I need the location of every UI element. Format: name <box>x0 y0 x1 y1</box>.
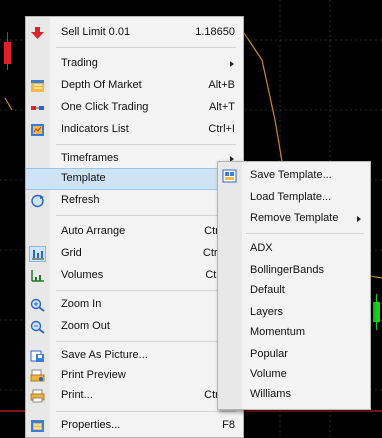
properties-icon <box>30 419 45 433</box>
menu-item-label: Volumes <box>61 269 104 281</box>
indicators-list-icon <box>30 123 45 137</box>
menu-separator <box>56 215 236 216</box>
submenu-item-label: Save Template... <box>250 169 332 181</box>
menu-item-label: Grid <box>61 247 82 259</box>
menu-item-print[interactable]: Print... Ctrl+P <box>26 385 243 407</box>
grid-icon <box>29 246 46 262</box>
menu-item-label: Depth Of Market <box>61 79 142 91</box>
menu-item-volumes[interactable]: Volumes Ctrl+L <box>26 265 243 287</box>
menu-item-label: Zoom Out <box>61 320 110 332</box>
print-preview-icon <box>30 369 45 383</box>
menu-item-label: Template <box>61 172 106 184</box>
template-name: Layers <box>250 306 284 318</box>
menu-item-timeframes[interactable]: Timeframes <box>26 148 243 170</box>
template-item-adx[interactable]: ADX <box>218 238 370 260</box>
refresh-icon <box>30 194 45 208</box>
template-name: Default <box>250 284 285 296</box>
template-name: Popular <box>250 348 288 360</box>
menu-item-shortcut: F8 <box>222 419 235 431</box>
template-name: Momentum <box>250 326 306 338</box>
menu-item-label: Zoom In <box>61 298 102 310</box>
menu-item-shortcut: Alt+T <box>209 101 235 113</box>
menu-item-zoom-in[interactable]: Zoom In + <box>26 294 243 316</box>
template-name: BollingerBands <box>250 264 324 276</box>
template-item-bollingerbands[interactable]: BollingerBands <box>218 260 370 282</box>
sell-arrow-icon <box>30 26 45 40</box>
submenu-separator <box>246 233 364 234</box>
template-name: ADX <box>250 242 273 254</box>
menu-item-shortcut: Ctrl+I <box>208 123 235 135</box>
template-item-popular[interactable]: Popular <box>218 344 370 366</box>
menu-item-shortcut: Alt+B <box>208 79 235 91</box>
template-submenu: Save Template... Load Template... Remove… <box>217 161 371 410</box>
menu-item-label: One Click Trading <box>61 101 149 113</box>
template-name: Volume <box>250 368 287 380</box>
submenu-arrow-icon <box>230 61 234 67</box>
submenu-arrow-icon <box>357 216 361 222</box>
menu-item-label: Indicators List <box>61 123 129 135</box>
menu-item-print-preview[interactable]: Print Preview <box>26 365 243 387</box>
zoom-in-icon <box>30 298 45 312</box>
menu-item-auto-arrange[interactable]: Auto Arrange Ctrl+A <box>26 221 243 243</box>
submenu-item-load-template[interactable]: Load Template... <box>218 187 370 209</box>
template-item-williams[interactable]: Williams <box>218 384 370 406</box>
menu-item-label: Refresh <box>61 194 100 206</box>
submenu-item-label: Load Template... <box>250 191 332 203</box>
menu-item-template[interactable]: Template <box>26 168 243 190</box>
template-item-momentum[interactable]: Momentum <box>218 322 370 344</box>
menu-item-label: Sell Limit 0.01 <box>61 26 131 38</box>
menu-separator <box>56 47 236 48</box>
menu-separator <box>56 411 236 412</box>
submenu-item-label: Remove Template <box>250 212 339 224</box>
menu-item-refresh[interactable]: Refresh <box>26 190 243 212</box>
menu-item-shortcut: 1.18650 <box>195 26 235 38</box>
menu-item-label: Properties... <box>61 419 121 431</box>
menu-item-label: Save As Picture... <box>61 349 148 361</box>
submenu-item-remove-template[interactable]: Remove Template <box>218 208 370 230</box>
menu-item-one-click-trading[interactable]: One Click Trading Alt+T <box>26 97 243 119</box>
menu-item-properties[interactable]: Properties... F8 <box>26 415 243 437</box>
save-picture-icon <box>30 349 45 363</box>
menu-item-depth-of-market[interactable]: Depth Of Market Alt+B <box>26 75 243 97</box>
menu-item-zoom-out[interactable]: Zoom Out - <box>26 316 243 338</box>
chart-context-menu: Sell Limit 0.01 1.18650 Trading Depth Of… <box>25 16 244 438</box>
menu-item-save-as-picture[interactable]: Save As Picture... <box>26 345 243 367</box>
menu-item-label: Auto Arrange <box>61 225 126 237</box>
menu-item-label: Print... <box>61 389 93 401</box>
depth-of-market-icon <box>30 79 45 93</box>
template-name: Williams <box>250 388 291 400</box>
template-item-volume[interactable]: Volume <box>218 364 370 386</box>
submenu-item-save-template[interactable]: Save Template... <box>218 165 370 187</box>
menu-separator <box>56 341 236 342</box>
menu-item-trading[interactable]: Trading <box>26 53 243 75</box>
menu-item-indicators-list[interactable]: Indicators List Ctrl+I <box>26 119 243 141</box>
zoom-out-icon <box>30 320 45 334</box>
menu-item-label: Timeframes <box>61 152 119 164</box>
menu-item-sell-limit[interactable]: Sell Limit 0.01 1.18650 <box>26 22 243 44</box>
menu-separator <box>56 290 236 291</box>
menu-item-grid[interactable]: Grid Ctrl+G <box>26 243 243 265</box>
volumes-icon <box>30 269 45 283</box>
menu-item-label: Print Preview <box>61 369 126 381</box>
template-item-layers[interactable]: Layers <box>218 302 370 324</box>
print-icon <box>30 389 45 403</box>
save-template-icon <box>222 169 237 183</box>
one-click-trading-icon <box>30 101 45 115</box>
indicator-line-2 <box>4 97 13 111</box>
menu-item-label: Trading <box>61 57 98 69</box>
template-item-default[interactable]: Default <box>218 280 370 302</box>
menu-separator <box>56 144 236 145</box>
